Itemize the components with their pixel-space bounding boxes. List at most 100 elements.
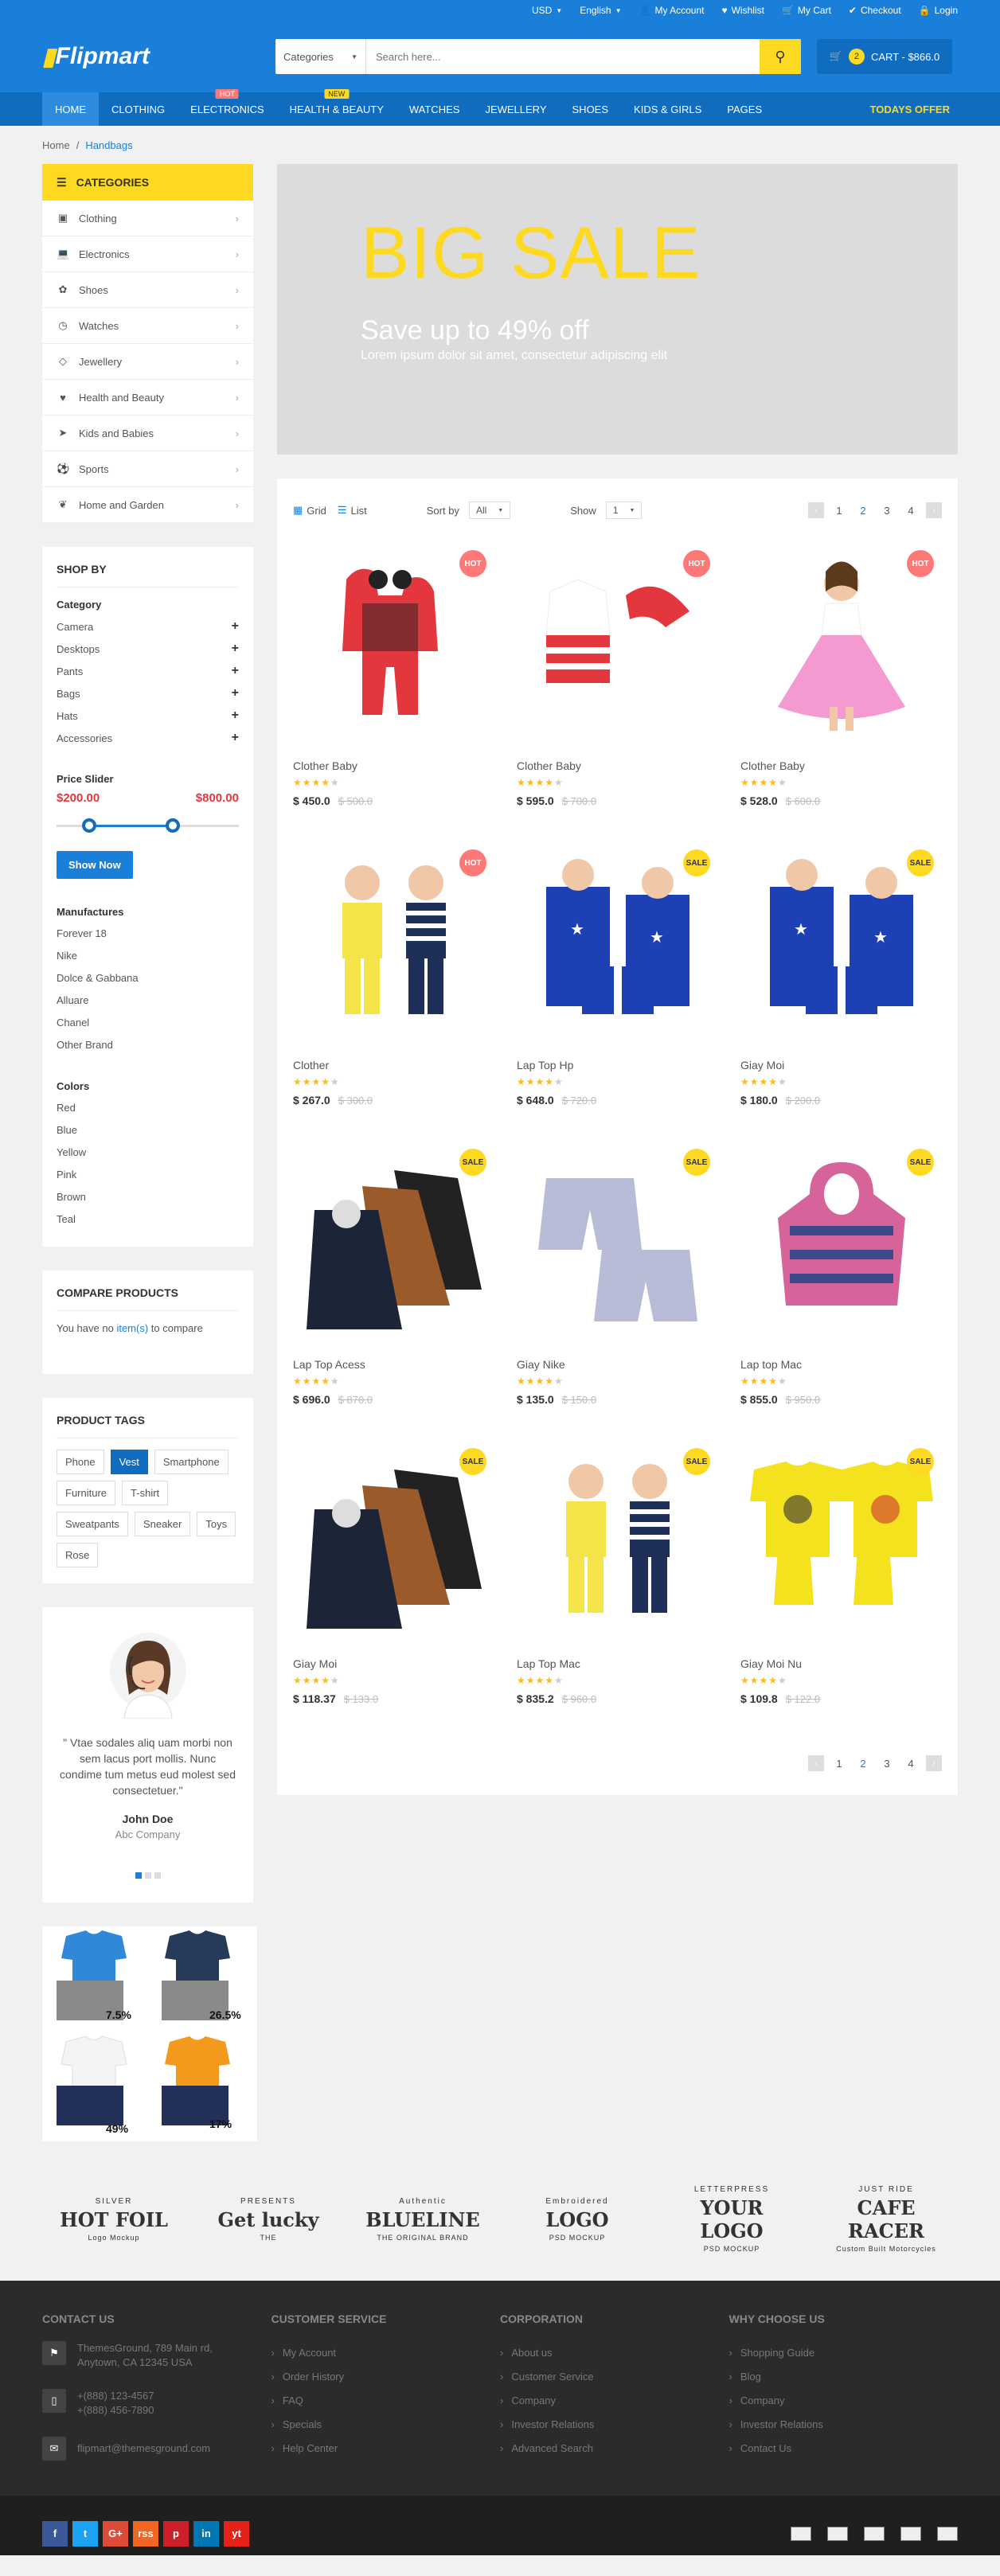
category-filter-item[interactable]: Pants + xyxy=(57,660,239,682)
footer-link[interactable]: Order History xyxy=(271,2365,501,2389)
category-filter-item[interactable]: Hats + xyxy=(57,704,239,727)
color-link[interactable]: Blue xyxy=(57,1119,239,1142)
product-tag[interactable]: Phone xyxy=(57,1450,104,1474)
twitter-icon[interactable]: t xyxy=(72,2520,98,2547)
page-link[interactable]: 4 xyxy=(902,1758,920,1770)
price-slider[interactable] xyxy=(57,816,239,835)
footer-link[interactable]: Advanced Search xyxy=(500,2437,729,2461)
plus-icon[interactable]: + xyxy=(232,664,239,678)
slider-handle-max[interactable] xyxy=(166,818,180,833)
product-image[interactable]: ★ ★ SALE xyxy=(517,841,718,1043)
product-card[interactable]: SALE Giay Nike ★★★★★ $ 135.0 $ 150.0 xyxy=(517,1141,718,1440)
login-link[interactable]: 🔒 Login xyxy=(919,5,958,16)
footer-link[interactable]: Investor Relations xyxy=(500,2413,729,2437)
category-item[interactable]: ⚽ Sports › xyxy=(42,451,253,487)
nav-item-pages[interactable]: Pages xyxy=(714,92,775,126)
color-link[interactable]: Teal xyxy=(57,1208,239,1231)
todays-offer-link[interactable]: TODAYS OFFER xyxy=(862,103,958,115)
manufacturer-link[interactable]: Alluare xyxy=(57,989,239,1012)
carousel-dot[interactable] xyxy=(144,1872,151,1879)
product-name[interactable]: Giay Moi Nu xyxy=(740,1657,942,1670)
color-link[interactable]: Pink xyxy=(57,1164,239,1186)
product-image[interactable]: HOT xyxy=(293,841,494,1043)
slider-handle-min[interactable] xyxy=(82,818,96,833)
nav-item-jewellery[interactable]: Jewellery xyxy=(472,92,559,126)
product-card[interactable]: SALE Giay Moi ★★★★★ $ 118.37 $ 133.0 xyxy=(293,1440,494,1739)
product-name[interactable]: Lap top Mac xyxy=(740,1358,942,1371)
product-image[interactable]: SALE xyxy=(517,1440,718,1641)
product-image[interactable]: SALE xyxy=(740,1440,942,1641)
footer-link[interactable]: FAQ xyxy=(271,2389,501,2413)
next-page-button[interactable]: › xyxy=(926,1755,942,1771)
footer-link[interactable]: Customer Service xyxy=(500,2365,729,2389)
nav-item-electronics[interactable]: Electronics HOT xyxy=(178,89,276,126)
product-tag[interactable]: Sneaker xyxy=(134,1512,191,1536)
color-link[interactable]: Brown xyxy=(57,1186,239,1208)
youtube-icon[interactable]: yt xyxy=(224,2520,249,2547)
footer-link[interactable]: Investor Relations xyxy=(729,2413,959,2437)
nav-item-shoes[interactable]: Shoes xyxy=(560,92,622,126)
product-image[interactable]: HOT xyxy=(293,542,494,744)
plus-icon[interactable]: + xyxy=(232,708,239,723)
color-link[interactable]: Red xyxy=(57,1097,239,1119)
search-button[interactable]: ⚲ xyxy=(760,39,801,74)
product-name[interactable]: Giay Moi xyxy=(293,1657,494,1670)
product-name[interactable]: Clother xyxy=(293,1059,494,1071)
wishlist-link[interactable]: ♥ Wishlist xyxy=(721,5,764,16)
nav-item-kids-girls[interactable]: Kids & Girls xyxy=(621,92,714,126)
color-link[interactable]: Yellow xyxy=(57,1142,239,1164)
manufacturer-link[interactable]: Other Brand xyxy=(57,1034,239,1056)
product-tag[interactable]: T-shirt xyxy=(122,1481,169,1505)
page-link[interactable]: 2 xyxy=(854,1758,872,1770)
product-card[interactable]: HOT Clother Baby ★★★★★ $ 528.0 $ 600.0 xyxy=(740,542,942,841)
show-now-button[interactable]: Show Now xyxy=(57,851,133,879)
plus-icon[interactable]: + xyxy=(232,731,239,745)
category-item[interactable]: ▣ Clothing › xyxy=(42,201,253,236)
carousel-dot[interactable] xyxy=(135,1872,142,1879)
category-item[interactable]: 💻 Electronics › xyxy=(42,236,253,272)
product-tag[interactable]: Toys xyxy=(197,1512,236,1536)
product-card[interactable]: ★ ★ SALE Giay Moi ★★★★★ $ 180.0 $ 200.0 xyxy=(740,841,942,1141)
page-link[interactable]: 1 xyxy=(830,505,848,517)
nav-item-watches[interactable]: Watches xyxy=(396,92,473,126)
product-card[interactable]: ★ ★ SALE Lap Top Hp ★★★★★ $ 648.0 $ 720.0 xyxy=(517,841,718,1141)
promo-banner[interactable]: 7.5% 26.5% 49% 17% xyxy=(42,1926,257,2141)
manufacturer-link[interactable]: Forever 18 xyxy=(57,923,239,945)
product-name[interactable]: Clother Baby xyxy=(293,759,494,772)
search-input[interactable] xyxy=(366,39,760,74)
nav-item-clothing[interactable]: Clothing xyxy=(99,92,178,126)
page-link[interactable]: 3 xyxy=(878,1758,896,1770)
category-item[interactable]: ◷ Watches › xyxy=(42,308,253,344)
pinterest-icon[interactable]: p xyxy=(163,2520,189,2547)
brand-logo[interactable]: PRESENTS Get lucky THE xyxy=(209,2184,328,2255)
footer-link[interactable]: Specials xyxy=(271,2413,501,2437)
cart-button[interactable]: 🛒 2 CART - $866.0 xyxy=(817,39,952,74)
category-item[interactable]: ♥ Health and Beauty › xyxy=(42,380,253,416)
product-card[interactable]: SALE Giay Moi Nu ★★★★★ $ 109.8 $ 122.0 xyxy=(740,1440,942,1739)
carousel-dot[interactable] xyxy=(154,1872,161,1879)
page-link[interactable]: 1 xyxy=(830,1758,848,1770)
brand-logo[interactable]: Embroidered LOGO PSD MOCKUP xyxy=(518,2184,637,2255)
page-link[interactable]: 2 xyxy=(854,505,872,517)
product-tag[interactable]: Furniture xyxy=(57,1481,116,1505)
category-filter-item[interactable]: Desktops + xyxy=(57,638,239,660)
manufacturer-link[interactable]: Dolce & Gabbana xyxy=(57,967,239,989)
brand-logo[interactable]: LETTERPRESS YOUR LOGO PSD MOCKUP xyxy=(672,2184,791,2255)
product-image[interactable]: SALE xyxy=(293,1440,494,1641)
prev-page-button[interactable]: ‹ xyxy=(808,502,824,518)
show-select[interactable]: 1 ▼ xyxy=(605,502,643,519)
product-name[interactable]: Giay Moi xyxy=(740,1059,942,1071)
brand-logo[interactable]: Authentic BLUELINE THE ORIGINAL BRAND xyxy=(363,2184,482,2255)
product-name[interactable]: Clother Baby xyxy=(517,759,718,772)
search-category-dropdown[interactable]: Categories ▼ xyxy=(275,39,366,74)
currency-dropdown[interactable]: USD ▼ xyxy=(532,5,562,16)
product-card[interactable]: SALE Lap top Mac ★★★★★ $ 855.0 $ 950.0 xyxy=(740,1141,942,1440)
brand-logo[interactable]: JUST RIDE CAFE RACER Custom Built Motorcyc… xyxy=(826,2184,946,2255)
plus-icon[interactable]: + xyxy=(232,686,239,701)
my-account-link[interactable]: 👤 My Account xyxy=(639,5,705,16)
product-image[interactable]: SALE xyxy=(517,1141,718,1342)
plus-icon[interactable]: + xyxy=(232,619,239,634)
category-item[interactable]: ◇ Jewellery › xyxy=(42,344,253,380)
rss-icon[interactable]: rss xyxy=(133,2520,158,2547)
footer-link[interactable]: Shopping Guide xyxy=(729,2341,959,2365)
